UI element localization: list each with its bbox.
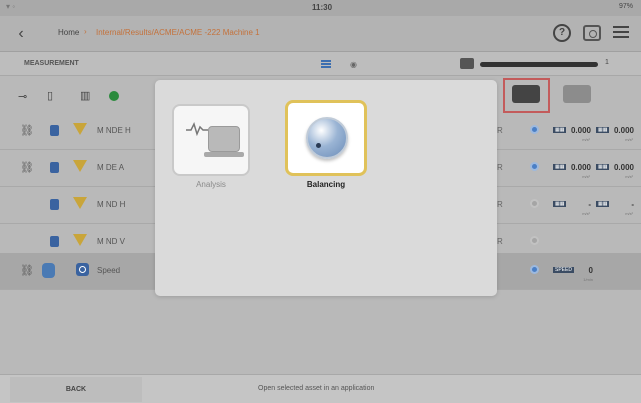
value-cell: ▦▦ 0.000 m/s²	[553, 126, 591, 142]
balancing-knob-icon	[306, 117, 348, 159]
channel-label: R	[497, 237, 503, 246]
channel-label: R	[497, 126, 503, 135]
list-view-icon[interactable]	[321, 60, 331, 68]
link-icon[interactable]: ⛓	[20, 264, 34, 277]
breadcrumb-home[interactable]: Home	[58, 28, 79, 37]
sensor-icon	[50, 162, 59, 173]
camera-icon[interactable]	[583, 25, 601, 41]
speed-value-cell: SPEED 0 1/min	[553, 266, 593, 282]
breadcrumb-path[interactable]: Internal/Results/ACME/ACME -222 Machine …	[96, 28, 260, 37]
sensor-icon	[50, 125, 59, 136]
sensor-connect-icon[interactable]: ⊸	[18, 90, 27, 103]
sensor-icon	[50, 236, 59, 247]
link-icon[interactable]: ⛓	[20, 161, 34, 174]
row-label: M ND V	[97, 237, 125, 246]
machine-icon	[460, 58, 474, 69]
value-cell: ▦▦ 0.000 m/s²	[596, 126, 634, 142]
back-button[interactable]: BACK	[10, 377, 142, 402]
status-ok-icon	[109, 91, 119, 101]
sensor-icon	[50, 199, 59, 210]
document-icon[interactable]: ▯	[47, 89, 53, 102]
status-bar: ▾ ◦ 11:30 97%	[0, 0, 641, 16]
app-label-analysis: Analysis	[196, 180, 226, 189]
channel-label: R	[497, 163, 503, 172]
value-cell: ▦▦ 0.000 m/s²	[596, 163, 634, 179]
app-tile-analysis[interactable]	[172, 104, 250, 176]
speed-icon	[76, 263, 89, 276]
status-dot	[530, 265, 539, 274]
channel-label: R	[497, 200, 503, 209]
app-tile-balancing[interactable]	[285, 100, 367, 176]
coupled-machine-icon[interactable]	[563, 85, 591, 103]
tachometer-sensor-icon	[42, 263, 55, 278]
row-label: M ND H	[97, 200, 126, 209]
motor-base-icon	[204, 152, 244, 157]
help-icon[interactable]: ?	[553, 24, 571, 42]
measurement-title: MEASUREMENT	[24, 60, 79, 67]
footer-hint: Open selected asset in an application	[258, 385, 375, 392]
app-label-balancing: Balancing	[306, 180, 346, 189]
signal-icon: ▾ ◦	[6, 2, 16, 11]
clock: 11:30	[312, 3, 333, 12]
navigation-bar: ‹ Home › Internal/Results/ACME/ACME -222…	[0, 16, 641, 52]
menu-icon[interactable]	[613, 26, 629, 40]
row-label: M NDE H	[97, 126, 131, 135]
battery-indicator: 97%	[618, 3, 633, 10]
warning-icon	[73, 123, 87, 135]
app-selection-dialog: Analysis Balancing	[155, 80, 497, 296]
status-dot	[530, 125, 539, 134]
waveform-icon	[186, 122, 208, 136]
row-label: M DE A	[97, 163, 125, 172]
measurement-header: MEASUREMENT ◉ 1	[0, 52, 641, 76]
status-dot	[530, 199, 539, 208]
value-cell: ▦▦ - m/s²	[553, 200, 591, 216]
link-icon[interactable]: ⛓	[20, 124, 34, 137]
page-number: 1	[605, 59, 609, 66]
status-dot	[530, 236, 539, 245]
progress-bar	[480, 62, 598, 67]
value-cell: ▦▦ 0.000 m/s²	[553, 163, 591, 179]
row-label: Speed	[97, 266, 121, 275]
warning-icon	[73, 160, 87, 172]
breadcrumb-separator: ›	[84, 27, 87, 36]
warning-icon	[73, 197, 87, 209]
back-arrow-icon[interactable]: ‹	[10, 23, 32, 45]
status-dot	[530, 162, 539, 171]
footer-bar: BACK Open selected asset in an applicati…	[0, 374, 641, 403]
warning-icon	[73, 234, 87, 246]
knob-marker-icon	[316, 143, 321, 148]
eye-icon[interactable]: ◉	[350, 60, 357, 69]
device-icon[interactable]: ▥	[80, 89, 90, 102]
motor-vibration-icon	[208, 126, 240, 152]
motor-icon[interactable]	[512, 85, 540, 103]
value-cell: ▦▦ - m/s²	[596, 200, 634, 216]
